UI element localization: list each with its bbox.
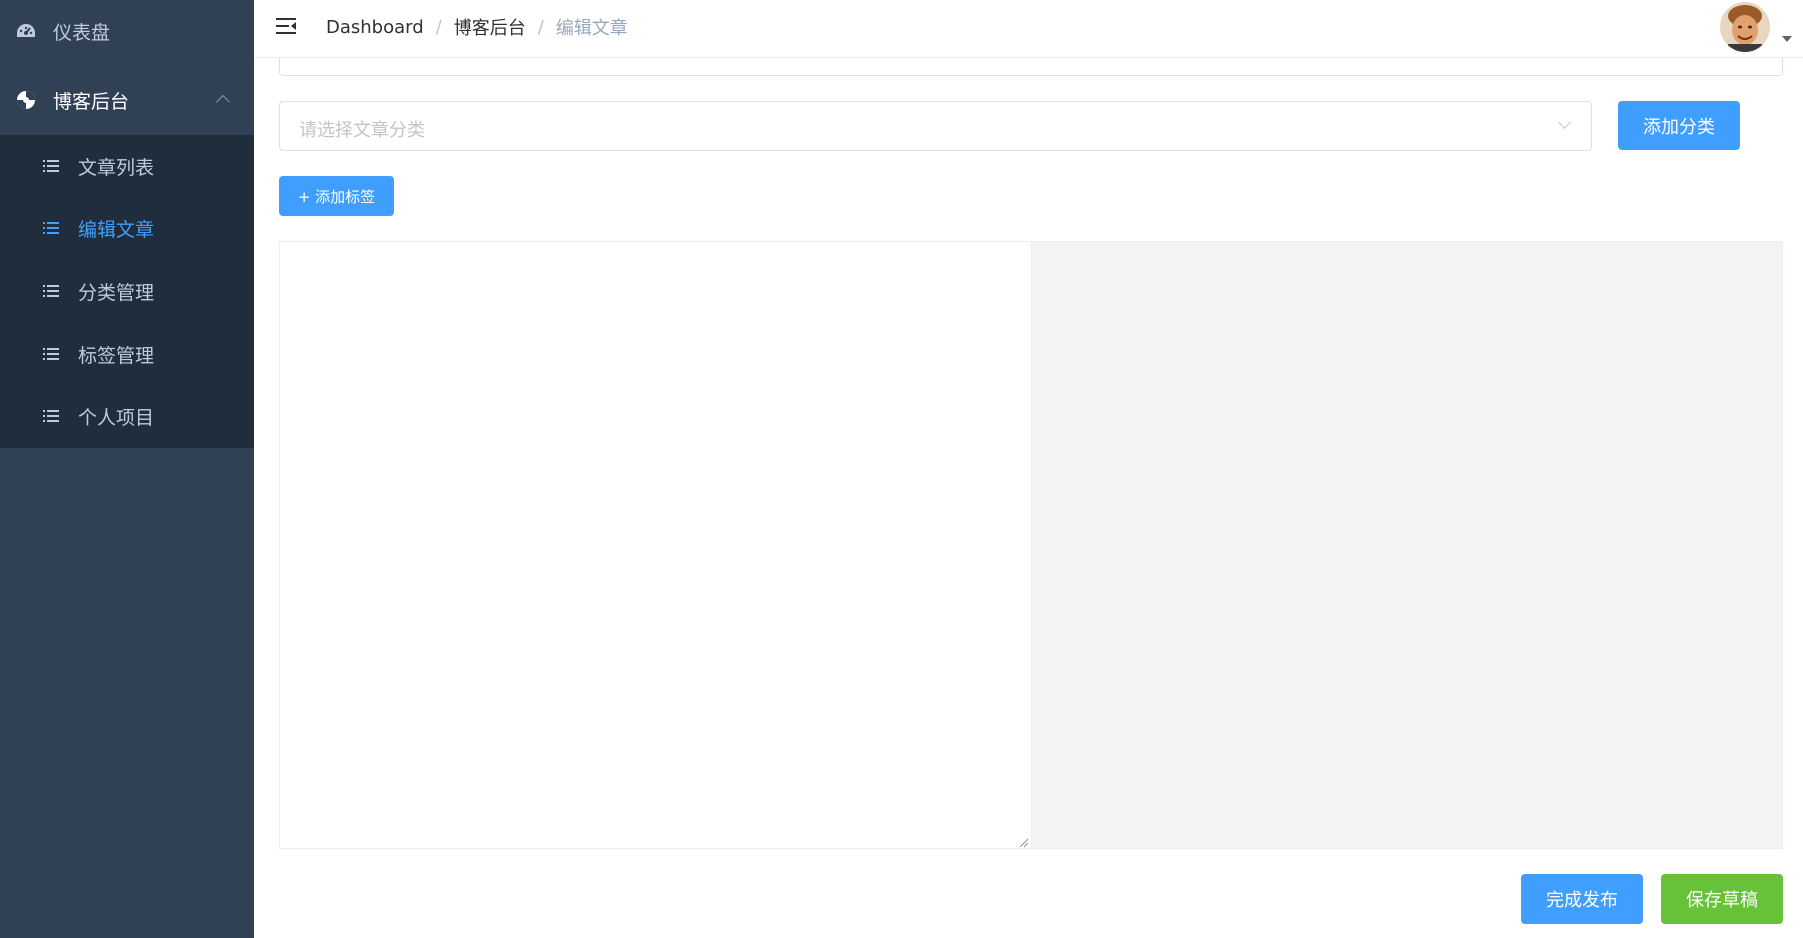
resize-handle-icon[interactable] — [1019, 836, 1029, 848]
list-icon — [40, 280, 62, 302]
sidebar-item-personal-projects[interactable]: 个人项目 — [0, 385, 254, 447]
menu-item-blog[interactable]: 博客后台 — [0, 69, 254, 131]
breadcrumb-item-blog[interactable]: 博客后台 — [454, 14, 526, 40]
breadcrumb: Dashboard / 博客后台 / 编辑文章 — [326, 14, 628, 40]
editor-textarea[interactable] — [280, 242, 1031, 848]
list-icon — [40, 405, 62, 427]
editor-preview-pane — [1032, 242, 1782, 848]
menu-label-dashboard: 仪表盘 — [53, 21, 111, 44]
menu-label-blog: 博客后台 — [53, 90, 130, 113]
category-select-placeholder: 请选择文章分类 — [299, 120, 425, 141]
sidebar-item-category-management[interactable]: 分类管理 — [0, 260, 254, 322]
list-icon — [40, 155, 62, 177]
chevron-up-icon — [215, 94, 231, 110]
avatar[interactable] — [1720, 2, 1770, 52]
sidebar-item-label: 编辑文章 — [78, 218, 155, 241]
sidebar-item-label: 标签管理 — [78, 344, 155, 367]
title-input[interactable] — [279, 58, 1783, 76]
publish-button[interactable]: 完成发布 — [1521, 874, 1643, 924]
caret-down-icon[interactable] — [1782, 36, 1792, 42]
breadcrumb-separator: / — [435, 16, 442, 38]
markdown-editor — [279, 241, 1783, 849]
add-category-button[interactable]: 添加分类 — [1618, 101, 1740, 150]
list-icon — [40, 217, 62, 239]
sidebar: 仪表盘 博客后台 文章列表 编辑文章 分类管理 标签管理 个人项目 — [0, 0, 254, 938]
breadcrumb-separator: / — [537, 16, 544, 38]
breadcrumb-item-current: 编辑文章 — [555, 18, 628, 39]
sidebar-item-article-list[interactable]: 文章列表 — [0, 135, 254, 197]
save-draft-button[interactable]: 保存草稿 — [1661, 874, 1783, 924]
category-select[interactable]: 请选择文章分类 — [279, 101, 1592, 151]
pinwheel-icon — [15, 89, 37, 111]
editor-input-pane — [280, 242, 1032, 848]
submenu: 文章列表 编辑文章 分类管理 标签管理 个人项目 — [0, 135, 254, 448]
sidebar-item-label: 分类管理 — [78, 281, 155, 304]
sidebar-item-label: 文章列表 — [78, 156, 155, 179]
sidebar-item-label: 个人项目 — [78, 406, 155, 429]
dashboard-icon — [15, 20, 37, 42]
list-icon — [40, 343, 62, 365]
hamburger-icon[interactable] — [274, 14, 298, 38]
navbar: Dashboard / 博客后台 / 编辑文章 — [254, 0, 1803, 58]
chevron-down-icon — [1558, 116, 1571, 129]
breadcrumb-item-dashboard[interactable]: Dashboard — [326, 17, 424, 38]
menu-item-dashboard[interactable]: 仪表盘 — [0, 0, 254, 62]
sidebar-item-edit-article[interactable]: 编辑文章 — [0, 197, 254, 259]
sidebar-item-tag-management[interactable]: 标签管理 — [0, 323, 254, 385]
add-tag-button[interactable]: + 添加标签 — [279, 176, 394, 216]
